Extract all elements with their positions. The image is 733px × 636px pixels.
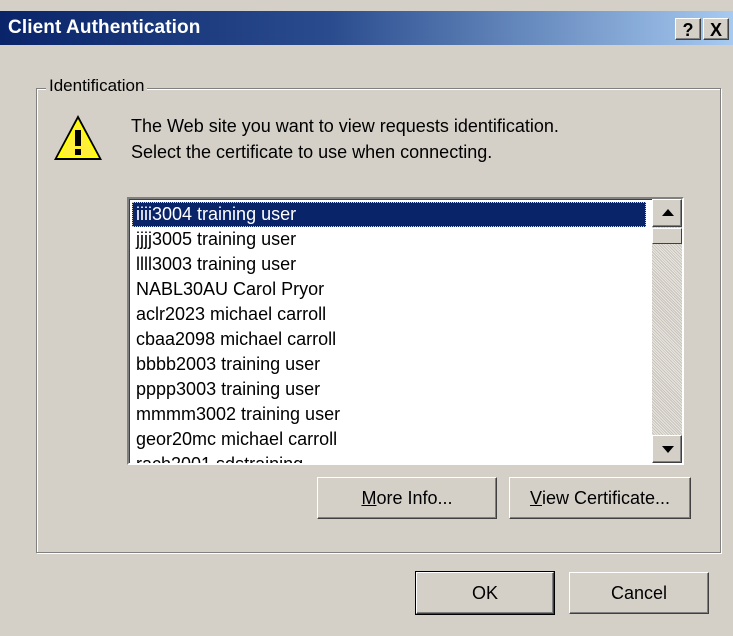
more-info-hotkey: M [361,487,377,508]
title-bar[interactable]: Client Authentication ? X [0,0,733,46]
scroll-down-button[interactable] [652,435,682,463]
vertical-scrollbar[interactable] [652,199,682,463]
view-certificate-label: iew Certificate... [541,487,671,508]
certificate-listbox[interactable]: iiii3004 training user jjjj3005 training … [127,197,684,465]
window-title: Client Authentication [8,17,201,38]
certificate-list-item[interactable]: cbaa2098 michael carroll [132,327,646,352]
close-button[interactable]: X [703,18,729,40]
view-certificate-button[interactable]: View Certificate... [509,477,691,519]
certificate-list-item[interactable]: NABL30AU Carol Pryor [132,277,646,302]
scroll-thumb[interactable] [652,228,682,244]
arrow-down-icon [662,446,674,453]
certificate-list-item[interactable]: bbbb2003 training user [132,352,646,377]
arrow-up-icon [662,209,674,216]
warning-icon [54,115,102,160]
certificate-list-item[interactable]: iiii3004 training user [132,202,646,227]
message-line-1: The Web site you want to view requests i… [131,116,559,136]
message: The Web site you want to view requests i… [131,113,559,165]
view-certificate-hotkey: V [529,487,542,508]
certificate-list-item[interactable]: llll3003 training user [132,252,646,277]
cancel-button[interactable]: Cancel [569,572,709,614]
certificate-list-item[interactable]: geor20mc michael carroll [132,427,646,452]
certificate-list: iiii3004 training user jjjj3005 training … [129,199,682,463]
more-info-button[interactable]: More Info... [317,477,497,519]
certificate-list-item[interactable]: aclr2023 michael carroll [132,302,646,327]
certificate-list-item[interactable]: mmmm3002 training user [132,402,646,427]
more-info-label: ore Info... [376,487,453,508]
group-label: Identification [46,76,148,96]
scroll-up-button[interactable] [652,199,682,227]
certificate-list-item[interactable]: rach2001 sdstraining [132,452,646,463]
ok-button[interactable]: OK [415,571,555,615]
certificate-list-item[interactable]: pppp3003 training user [132,377,646,402]
certificate-list-item[interactable]: jjjj3005 training user [132,227,646,252]
message-line-2: Select the certificate to use when conne… [131,142,493,162]
help-button[interactable]: ? [675,18,701,40]
